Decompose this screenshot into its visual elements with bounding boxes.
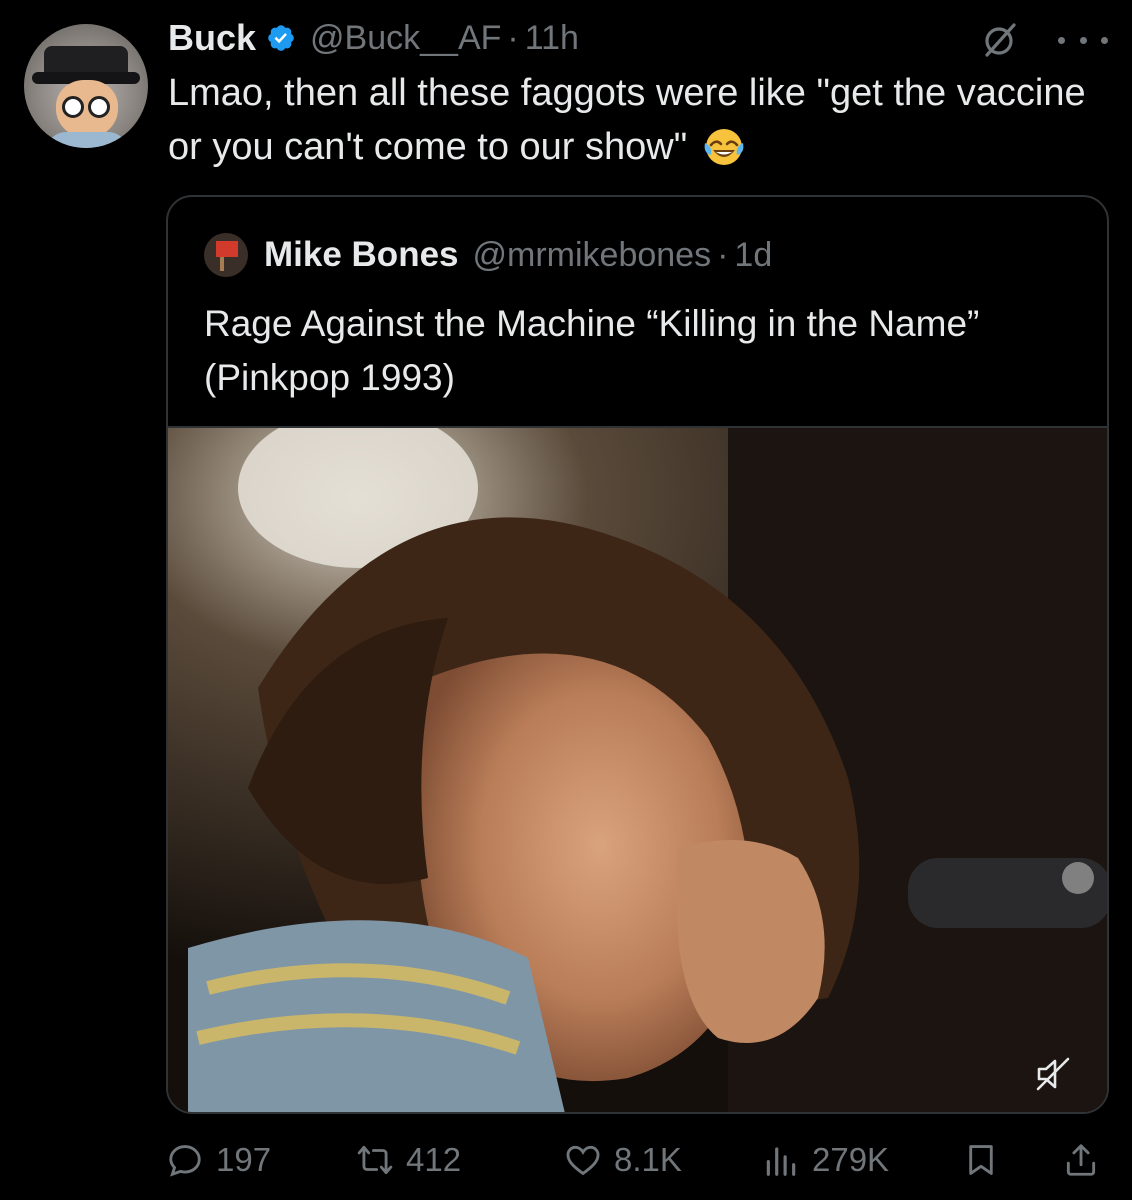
tweet-header: Buck @Buck__AF · 11h (168, 16, 579, 60)
video-player[interactable] (168, 428, 1107, 1112)
verified-badge-icon (268, 25, 294, 51)
like-count: 8.1K (614, 1141, 682, 1178)
heart-icon (566, 1145, 600, 1176)
grok-icon[interactable] (980, 20, 1020, 60)
avatar-sign-post (220, 257, 224, 271)
quoted-tweet[interactable]: Mike Bones @mrmikebones · 1d Rage Agains… (166, 195, 1109, 1114)
separator-dot: · (717, 235, 729, 274)
bookmark-icon (969, 1145, 993, 1175)
face-with-tears-of-joy-icon (704, 129, 744, 165)
quoted-author-avatar[interactable] (204, 233, 248, 277)
reply-count: 197 (216, 1141, 272, 1178)
avatar-sign (216, 241, 238, 257)
more-options-icon[interactable] (1058, 22, 1108, 58)
avatar-eye (88, 96, 110, 118)
views-icon (766, 1147, 796, 1176)
bookmark-button[interactable] (962, 1134, 1000, 1186)
share-icon (1066, 1144, 1096, 1176)
view-count: 279K (812, 1141, 890, 1178)
author-name[interactable]: Buck (168, 17, 256, 59)
tweet-timestamp[interactable]: 11h (525, 19, 579, 58)
author-handle[interactable]: @Buck__AF (310, 19, 501, 58)
views-button[interactable]: 279K (762, 1134, 889, 1186)
tweet-body: Lmao, then all these faggots were like "… (168, 72, 1086, 168)
tweet[interactable]: Buck @Buck__AF · 11h Lmao, then all thes… (0, 0, 1132, 1200)
quoted-tweet-timestamp[interactable]: 1d (734, 236, 772, 275)
retweet-icon (357, 1145, 393, 1175)
avatar-eye (62, 96, 84, 118)
avatar-shirt (46, 132, 128, 148)
quoted-tweet-header: Mike Bones @mrmikebones · 1d (204, 233, 772, 277)
action-bar: 197 412 8.1K 279K (166, 1134, 1110, 1186)
quoted-author-handle[interactable]: @mrmikebones (473, 236, 712, 275)
muted-speaker-icon[interactable] (1035, 1056, 1071, 1092)
retweet-count: 412 (406, 1141, 462, 1178)
separator-dot: · (507, 18, 519, 57)
tweet-text: Lmao, then all these faggots were like "… (168, 66, 1098, 174)
quoted-tweet-text: Rage Against the Machine “Killing in the… (204, 303, 980, 398)
share-button[interactable] (1062, 1134, 1100, 1186)
reply-icon (169, 1145, 201, 1177)
video-frame (168, 428, 1107, 1112)
reply-button[interactable]: 197 (166, 1134, 271, 1186)
retweet-button[interactable]: 412 (356, 1134, 461, 1186)
like-button[interactable]: 8.1K (564, 1134, 682, 1186)
author-avatar[interactable] (24, 24, 148, 148)
quoted-author-name[interactable]: Mike Bones (264, 235, 459, 275)
